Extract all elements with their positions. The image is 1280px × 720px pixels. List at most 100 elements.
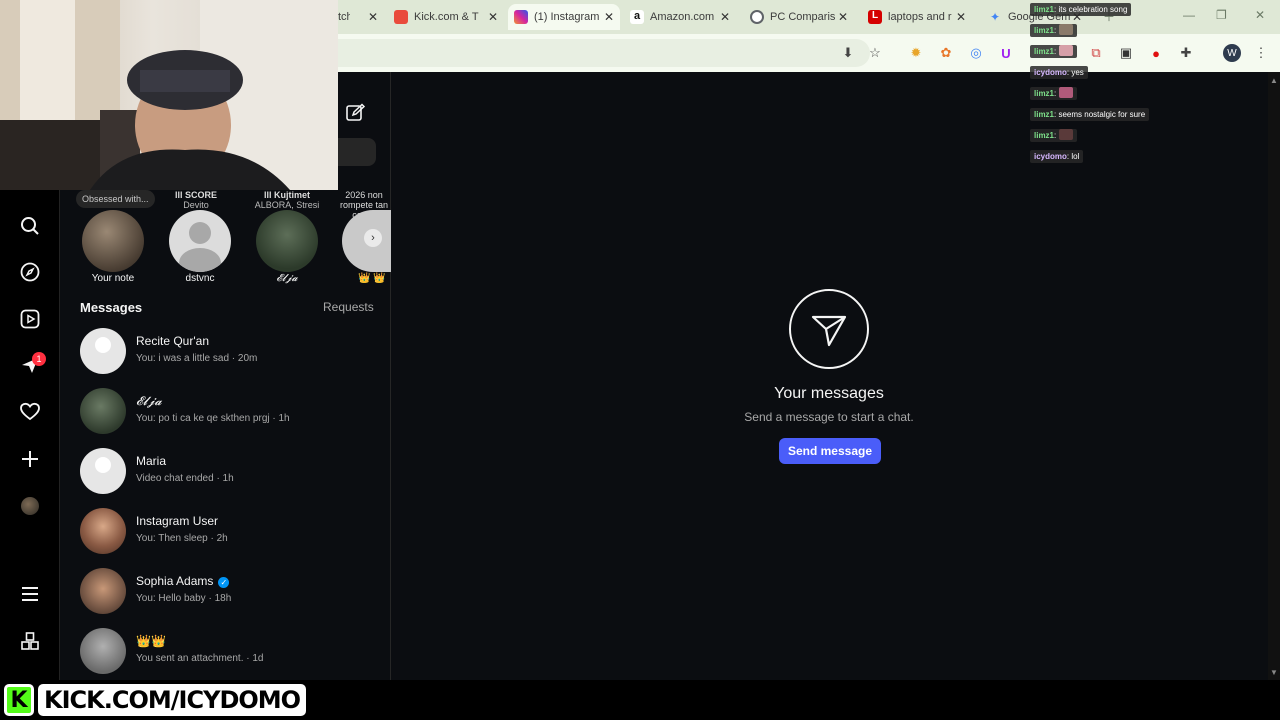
maximize-icon[interactable]: ❐ [1216, 8, 1227, 22]
record-extension-icon[interactable]: ● [1148, 45, 1164, 61]
window-close-icon[interactable]: ✕ [1255, 8, 1265, 22]
conversation-name: Recite Qur'an [136, 334, 209, 348]
u-extension-icon[interactable]: U [998, 45, 1014, 61]
messenger-empty-icon [789, 289, 869, 369]
conversation-row[interactable]: 👑👑 You sent an attachment. · 1d [80, 628, 380, 684]
pdf-extension-icon[interactable]: ⧉ [1088, 45, 1104, 61]
l-favicon-icon: L [868, 10, 882, 24]
requests-link[interactable]: Requests [323, 300, 374, 314]
chat-message: limz1: seems nostalgic for sure [1030, 108, 1150, 121]
conversation-preview: You: po ti ca ke qe skthen prgj · 1h [136, 413, 290, 424]
note-music-title: lll [174, 190, 185, 200]
more-apps-icon[interactable] [19, 630, 41, 652]
notification-badge: 1 [32, 352, 46, 366]
chat-emote-icon [1059, 24, 1074, 35]
note-artist: ALBORA, Stresi [254, 200, 320, 210]
conversation-row[interactable]: 𝓔𝓵𝓳𝓪 You: po ti ca ke qe skthen prgj · 1… [80, 388, 380, 444]
heart-icon[interactable] [19, 401, 41, 423]
avatar [80, 448, 126, 494]
conversation-row[interactable]: Instagram User You: Then sleep · 2h [80, 508, 380, 564]
close-icon[interactable]: ✕ [838, 10, 848, 24]
browser-tab[interactable]: L laptops and r ✕ [868, 4, 972, 30]
conversation-name: Instagram User [136, 514, 219, 528]
sun-extension-icon[interactable]: ✹ [908, 45, 924, 61]
close-icon[interactable]: ✕ [368, 10, 378, 24]
close-icon[interactable]: ✕ [720, 10, 730, 24]
chat-message: limz1: [1030, 45, 1078, 58]
story-avatar[interactable] [169, 210, 231, 272]
conversation-preview: You sent an attachment. · 1d [136, 653, 264, 664]
scroll-down-icon[interactable]: ▼ [1270, 668, 1278, 677]
gemini-favicon-icon: ✦ [989, 10, 1001, 24]
search-icon[interactable] [19, 215, 41, 237]
chat-message: icydomo: lol [1030, 150, 1084, 163]
note: lll SCORE Devito [168, 190, 224, 210]
story-avatar[interactable] [82, 210, 144, 272]
browser-tab[interactable]: PC Comparis ✕ [750, 4, 854, 30]
chevron-right-icon[interactable]: › [364, 229, 382, 247]
chat-emote-icon [1059, 87, 1074, 98]
menu-hamburger-icon[interactable] [19, 583, 41, 605]
kick-favicon-icon [394, 10, 408, 24]
conversation-name: 𝓔𝓵𝓳𝓪 [136, 394, 162, 408]
conversation-preview: Video chat ended · 1h [136, 473, 234, 484]
explore-compass-icon[interactable] [19, 261, 41, 283]
close-icon[interactable]: ✕ [604, 10, 614, 24]
note-artist: Devito [183, 200, 209, 210]
conversation-name: Maria [136, 454, 167, 468]
reels-icon[interactable] [19, 308, 41, 330]
close-icon[interactable]: ✕ [488, 10, 498, 24]
browser-tab[interactable]: Kick.com & T ✕ [394, 4, 504, 30]
note-bubble: Obsessed with... [76, 190, 155, 208]
chat-username: limz1 [1034, 47, 1055, 56]
extension-icon[interactable]: ✿ [938, 45, 954, 61]
scroll-up-icon[interactable]: ▲ [1270, 76, 1278, 85]
page-scrollbar[interactable]: ▲ ▼ [1268, 72, 1280, 680]
cast-extension-icon[interactable]: ▣ [1118, 45, 1134, 61]
browser-tab[interactable]: a Amazon.com ✕ [630, 4, 736, 30]
empty-state-title: Your messages [774, 385, 884, 402]
story-avatar[interactable] [256, 210, 318, 272]
tab-title: laptops and r [888, 11, 952, 23]
address-bar[interactable] [300, 39, 870, 67]
send-message-button[interactable]: Send message [779, 438, 881, 464]
conversation-name: Sophia Adams ✓ [136, 574, 230, 588]
bookmark-star-icon[interactable]: ☆ [867, 45, 883, 61]
minimize-icon[interactable]: — [1183, 8, 1195, 22]
tab-title: (1) Instagram [534, 11, 600, 23]
avatar [80, 508, 126, 554]
messages-heading: Messages [80, 300, 143, 315]
conversation-row[interactable]: Sophia Adams ✓ You: Hello baby · 18h [80, 568, 380, 624]
conversation-row[interactable]: Maria Video chat ended · 1h [80, 448, 380, 504]
extensions-puzzle-icon[interactable]: ✚ [1178, 45, 1194, 61]
note-text: lll Kujtimet [264, 190, 310, 200]
compose-icon[interactable] [345, 103, 366, 123]
note-music-title: SCORE [185, 190, 218, 200]
chat-text: : yes [1066, 68, 1084, 77]
webcam-overlay [0, 0, 338, 190]
chat-username: limz1 [1034, 5, 1055, 14]
chat-username: icydomo [1034, 152, 1067, 161]
chat-username: limz1 [1034, 131, 1055, 140]
conversation-preview: You: i was a little sad · 20m [136, 353, 258, 364]
note-text: lll SCORE [175, 190, 217, 200]
conversation-row[interactable]: Recite Qur'an You: i was a little sad · … [80, 328, 380, 384]
note-music-title: Kujtimet [274, 190, 310, 200]
tab-title: Amazon.com [650, 11, 715, 23]
chat-message: limz1: [1030, 24, 1078, 37]
chat-username: icydomo [1034, 68, 1067, 77]
profile-avatar[interactable]: W [1223, 44, 1241, 62]
browser-menu-icon[interactable]: ⋮ [1253, 45, 1269, 61]
kick-channel-url: KICK.COM/ICYDOMO [38, 684, 307, 716]
close-icon[interactable]: ✕ [956, 10, 966, 24]
chat-text: : its celebration song [1054, 5, 1128, 14]
globe-favicon-icon [750, 10, 764, 24]
note-text: rompete tan [339, 200, 389, 210]
install-app-icon[interactable]: ⬇ [840, 45, 856, 61]
profile-avatar[interactable] [21, 497, 39, 515]
story-label: 👑 👑 [358, 273, 386, 284]
create-plus-icon[interactable] [19, 448, 41, 470]
webcam-feed [0, 0, 338, 190]
tab-instagram-active[interactable]: (1) Instagram ✕ [508, 4, 620, 30]
google-extension-icon[interactable]: ◎ [968, 45, 984, 61]
